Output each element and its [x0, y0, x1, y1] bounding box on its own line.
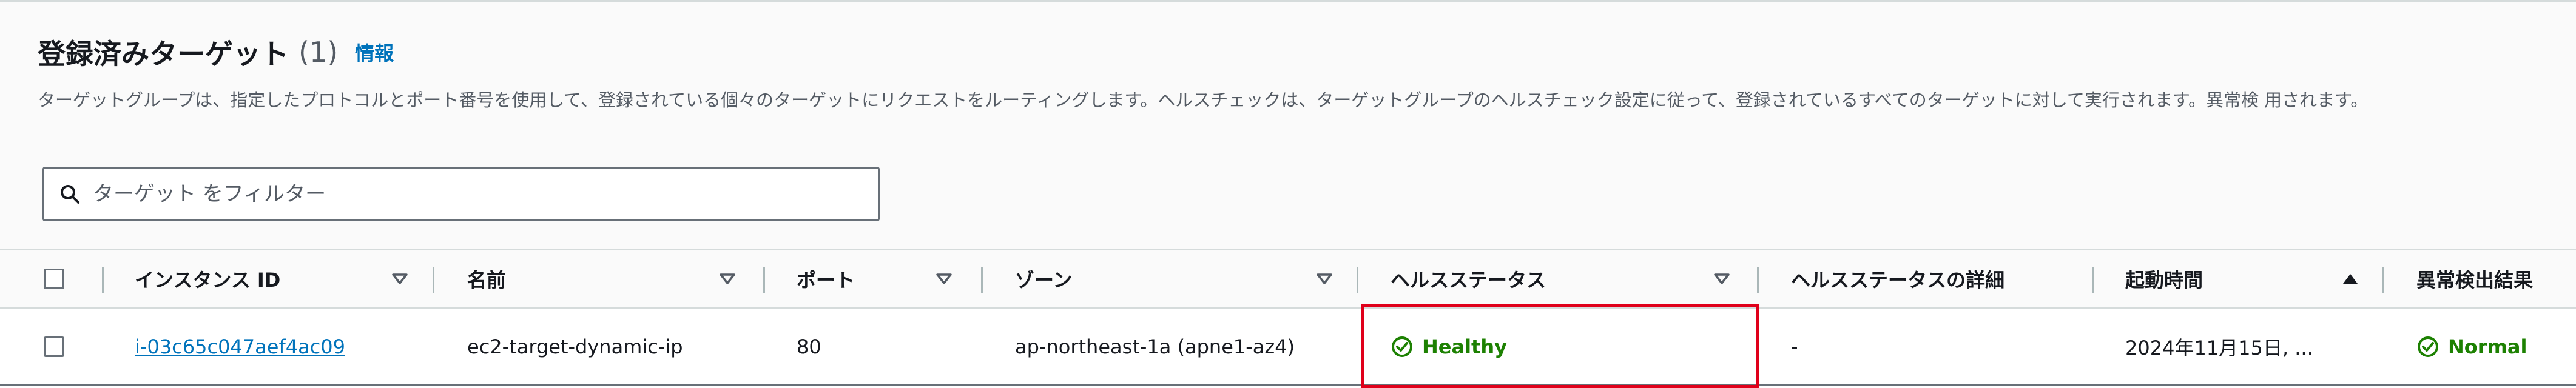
name-cell: ec2-target-dynamic-ip: [467, 335, 683, 358]
column-header-name[interactable]: 名前: [467, 250, 506, 307]
info-link[interactable]: 情報: [355, 38, 394, 66]
caret-down-icon[interactable]: [936, 250, 952, 307]
filter-box[interactable]: [42, 167, 880, 221]
caret-down-icon[interactable]: [1317, 250, 1332, 307]
column-header-launch-time[interactable]: 起動時間: [2125, 250, 2203, 307]
table-header: インスタンス ID 名前 ポート ゾーン ヘルスステータス ヘルスステータスの詳…: [0, 249, 2576, 309]
column-header-port[interactable]: ポート: [797, 250, 855, 307]
column-divider: [1757, 267, 1759, 293]
check-circle-icon: [1392, 336, 1412, 357]
column-divider: [1357, 267, 1358, 293]
health-status-details-cell: -: [1791, 335, 1798, 358]
caret-up-icon[interactable]: [2342, 250, 2359, 307]
caret-down-icon[interactable]: [1714, 250, 1730, 307]
select-all-checkbox[interactable]: [44, 268, 64, 289]
column-divider: [2092, 267, 2094, 293]
table-row[interactable]: i-03c65c047aef4ac09 ec2-target-dynamic-i…: [0, 309, 2576, 386]
section-title: 登録済みターゲット: [38, 38, 289, 70]
health-status-badge: Healthy: [1391, 335, 1507, 358]
instance-id-cell: i-03c65c047aef4ac09: [135, 309, 345, 384]
column-header-instance-id[interactable]: インスタンス ID: [135, 250, 280, 307]
filter-input[interactable]: [92, 176, 856, 212]
health-status-text: Healthy: [1422, 335, 1507, 358]
anomaly-result-badge: Normal: [2416, 335, 2527, 358]
row-checkbox-cell: [44, 309, 64, 384]
column-divider: [2382, 267, 2384, 293]
check-circle-icon: [2418, 336, 2438, 357]
anomaly-result-text: Normal: [2448, 335, 2527, 358]
launch-time-cell: 2024年11月15日, ...: [2125, 336, 2313, 360]
registered-targets-panel: 登録済みターゲット (1) 情報 ターゲットグループは、指定したプロトコルとポー…: [0, 0, 2576, 388]
port-cell: 80: [797, 335, 821, 358]
zone-cell: ap-northeast-1a (apne1-az4): [1015, 335, 1295, 358]
anomaly-result-cell: Normal: [2416, 309, 2527, 384]
section-description: ターゲットグループは、指定したプロトコルとポート番号を使用して、登録されている個…: [38, 90, 2369, 110]
panel-header: 登録済みターゲット (1) 情報 ターゲットグループは、指定したプロトコルとポー…: [0, 0, 2576, 249]
target-count: (1): [298, 36, 339, 69]
caret-down-icon[interactable]: [392, 250, 408, 307]
column-header-zone[interactable]: ゾーン: [1015, 250, 1072, 307]
title-row: 登録済みターゲット (1) 情報: [38, 25, 394, 79]
column-header-anomaly-result: 異常検出結果: [2416, 268, 2534, 292]
column-header-health-status-details: ヘルスステータスの詳細: [1791, 268, 2005, 292]
caret-down-icon[interactable]: [720, 250, 735, 307]
column-divider: [102, 267, 104, 293]
column-divider: [433, 267, 434, 293]
column-divider: [763, 267, 765, 293]
instance-id-link[interactable]: i-03c65c047aef4ac09: [135, 335, 345, 358]
row-checkbox[interactable]: [44, 336, 64, 357]
search-icon: [61, 185, 79, 204]
column-divider: [981, 267, 983, 293]
column-header-health-status[interactable]: ヘルスステータス: [1391, 250, 1546, 307]
health-status-cell: Healthy: [1391, 309, 1507, 384]
header-checkbox-cell: [44, 250, 64, 307]
